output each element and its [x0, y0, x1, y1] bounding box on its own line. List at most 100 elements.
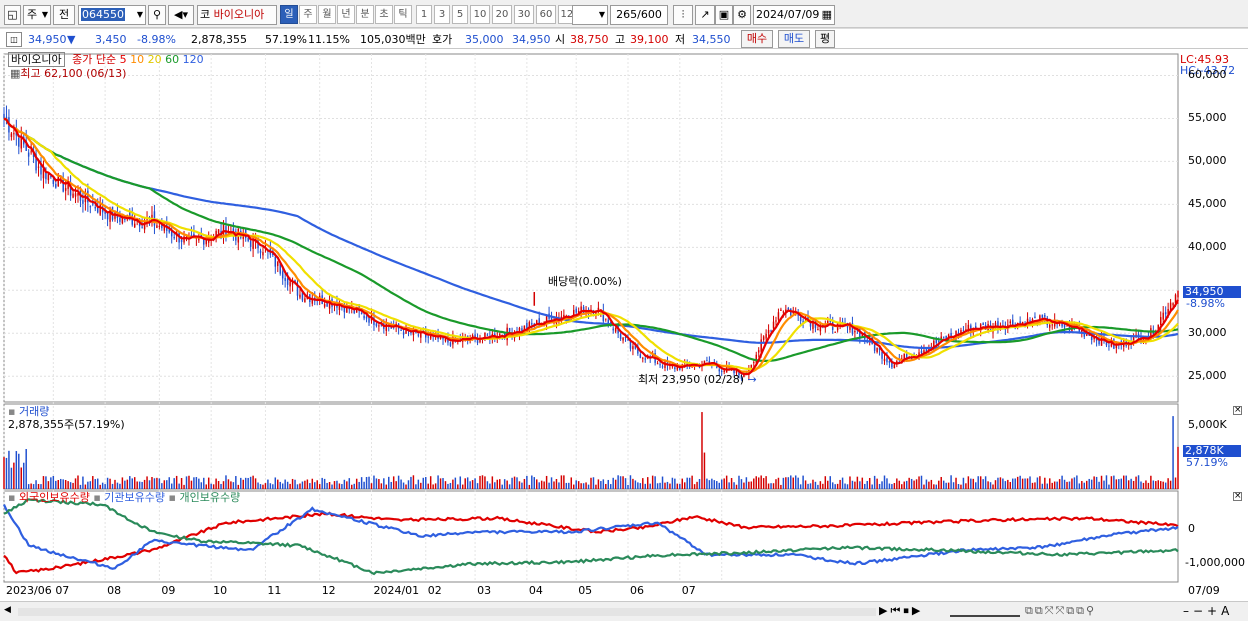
volume-bar: [1039, 476, 1041, 489]
volume-bar: [713, 480, 716, 489]
volume-bar: [1009, 481, 1012, 489]
code-input[interactable]: 064550 ▼: [78, 5, 146, 25]
count-box[interactable]: 265/600: [610, 5, 668, 25]
prev-button[interactable]: 전: [53, 5, 75, 25]
volume-bar: [439, 478, 442, 489]
candle-type-icon[interactable]: ⫶: [673, 5, 693, 25]
zoom-controls[interactable]: –−+A: [1183, 604, 1233, 618]
volume-bar: [555, 479, 558, 489]
gear-icon[interactable]: ⚙: [733, 5, 751, 25]
minute-20[interactable]: 20: [492, 5, 512, 24]
volume-bar: [442, 478, 444, 489]
period-day[interactable]: 일: [280, 5, 298, 24]
minute-60[interactable]: 60: [536, 5, 556, 24]
period-year[interactable]: 년: [337, 5, 355, 24]
volume-bar: [1108, 484, 1110, 489]
volume-bar: [318, 484, 321, 489]
navigation-icons[interactable]: ▶⏮⏹▶: [879, 604, 923, 618]
period-minute[interactable]: 분: [356, 5, 374, 24]
volume-bar: [930, 479, 933, 489]
volume-bar: [513, 476, 516, 489]
minute-1[interactable]: 1: [416, 5, 432, 24]
trend-icon[interactable]: ↗: [695, 5, 715, 25]
type-select[interactable]: 주 ▼: [23, 5, 51, 25]
volume-bar: [294, 479, 296, 489]
volume-bar: [161, 483, 163, 489]
volume-bar: [580, 483, 582, 489]
volume-bar: [777, 477, 780, 489]
volume-bar: [1041, 483, 1044, 489]
volume-bar: [1127, 480, 1130, 489]
volume-bar: [708, 480, 711, 489]
candle-body: [486, 334, 489, 336]
minute-10[interactable]: 10: [470, 5, 490, 24]
legend-ma10: 10: [130, 53, 145, 66]
date-input[interactable]: 2024/07/09 ▦: [753, 5, 835, 25]
bid-value: 35,000: [465, 33, 504, 46]
candle-body: [1090, 336, 1093, 341]
volume-bar: [765, 476, 767, 489]
volume-bar: [609, 484, 612, 489]
volume-bar: [185, 476, 188, 489]
minute-30[interactable]: 30: [514, 5, 534, 24]
volume-bar: [420, 482, 422, 489]
minute-3[interactable]: 3: [434, 5, 450, 24]
zoom-slider[interactable]: [950, 607, 1020, 617]
search-icon[interactable]: ⚲: [148, 5, 166, 25]
volume-bar: [693, 484, 696, 489]
volume-bar: [346, 481, 348, 489]
volume-title: ▪ 거래량: [8, 405, 50, 418]
volume-bar: [602, 479, 605, 489]
volume-bar: [750, 481, 753, 489]
chart-canvas[interactable]: [0, 50, 1248, 621]
low-value: 34,550: [692, 33, 731, 46]
volume-bar: [370, 483, 373, 489]
period-tick[interactable]: 틱: [394, 5, 412, 24]
volume-bar: [153, 478, 156, 489]
scrollbar-track[interactable]: [18, 608, 876, 616]
candle-body: [249, 241, 252, 247]
candle-body: [64, 188, 67, 191]
lock-icon[interactable]: ◫: [6, 32, 22, 47]
volume-bar: [190, 480, 193, 489]
candle-body: [74, 193, 77, 197]
period-month[interactable]: 월: [318, 5, 336, 24]
volume-bar: [1031, 482, 1034, 489]
candle-body: [706, 360, 708, 362]
dividend-label: 배당락(0.00%): [548, 275, 622, 288]
count-select[interactable]: ▼: [572, 5, 608, 25]
scroll-left-icon[interactable]: ◀: [4, 605, 16, 618]
volume-bar: [536, 479, 538, 489]
close-icon[interactable]: ×: [1233, 492, 1242, 501]
candle-body: [124, 218, 126, 220]
volume-bar: [343, 479, 346, 489]
volume-bar: [970, 478, 972, 489]
volume-bar: [25, 449, 27, 489]
stock-name-box[interactable]: 코 바이오니아: [197, 5, 277, 25]
minute-5[interactable]: 5: [452, 5, 468, 24]
volume-bar: [972, 478, 975, 489]
volume-bar: [37, 483, 40, 489]
volume-bar: [454, 477, 457, 489]
period-week[interactable]: 주: [299, 5, 317, 24]
volume-bar: [533, 477, 536, 489]
volume-bar: [133, 477, 136, 489]
volume-bar: [1172, 416, 1174, 489]
volume-bar: [286, 481, 289, 489]
volume-bar: [526, 475, 528, 489]
x-axis-label: 02: [427, 584, 442, 597]
close-icon[interactable]: ×: [1233, 406, 1242, 415]
save-icon[interactable]: ▣: [715, 5, 733, 25]
stock-chart[interactable]: 바이오니아 종가 단순 5 10 20 60 120 ▦최고 62,100 (0…: [0, 50, 1248, 621]
candle-body: [639, 354, 642, 358]
tool-icons[interactable]: ⧉⧉⤧⤧⧉⧉⚲: [1025, 604, 1096, 618]
stock-name-tag[interactable]: 바이오니아: [8, 52, 65, 67]
period-second[interactable]: 초: [375, 5, 393, 24]
sell-button[interactable]: 매도: [778, 30, 810, 48]
sound-icon[interactable]: ◀▾: [168, 5, 194, 25]
eval-button[interactable]: 평: [815, 30, 835, 48]
volume-bar: [8, 450, 10, 489]
window-icon[interactable]: ◱: [4, 5, 21, 25]
volume-bar: [1174, 477, 1177, 489]
buy-button[interactable]: 매수: [741, 30, 773, 48]
